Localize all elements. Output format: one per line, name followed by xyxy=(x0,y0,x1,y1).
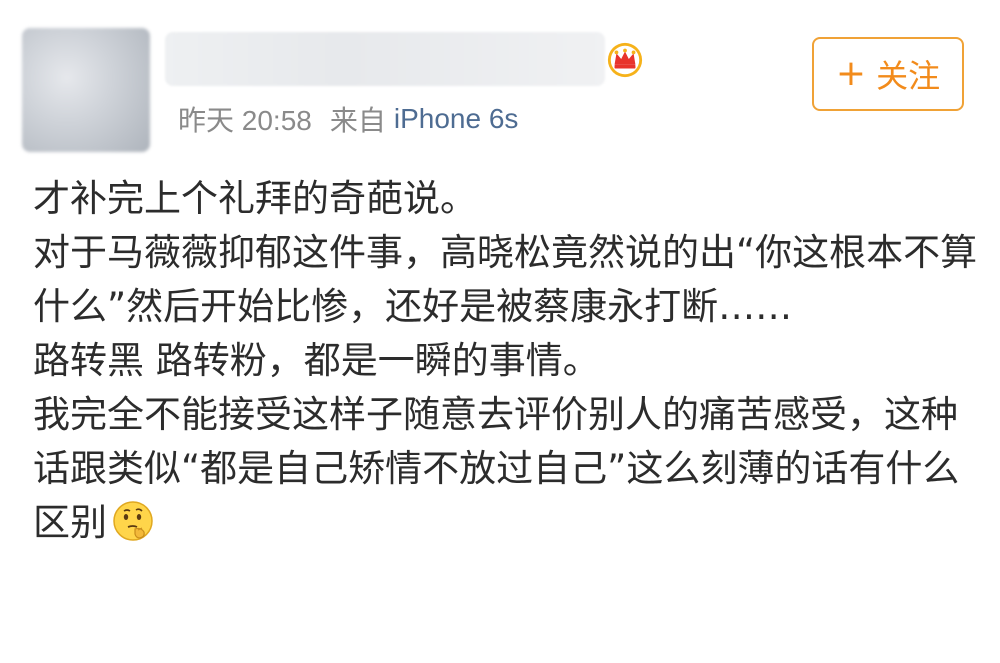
source-device-link[interactable]: iPhone 6s xyxy=(394,103,519,135)
follow-button-label: 关注 xyxy=(876,57,941,95)
post-time: 昨天 20:58 xyxy=(178,105,312,136)
follow-button[interactable]: + 关注 xyxy=(812,37,964,111)
post-meta: 昨天 20:58 来自 iPhone 6s xyxy=(178,98,518,140)
post-paragraph: 才补完上个礼拜的奇葩说。 xyxy=(33,177,477,220)
crown-icon xyxy=(607,42,643,78)
source-prefix: 来自 xyxy=(329,105,386,136)
weibo-post: 昨天 20:58 来自 iPhone 6s + 关注 才补完上个礼拜的奇葩说。 … xyxy=(0,0,1000,663)
post-paragraph-text: 我完全不能接受这样子随意去评价别人的痛苦感受，这种话跟类似“都是自己矫情不放过自… xyxy=(33,393,960,544)
plus-icon: + xyxy=(835,53,867,94)
post-content: 才补完上个礼拜的奇葩说。 对于马薇薇抑郁这件事，高晓松竟然说的出“你这根本不算什… xyxy=(33,172,978,550)
thinking-face-icon xyxy=(113,501,153,541)
post-paragraph-last: 我完全不能接受这样子随意去评价别人的痛苦感受，这种话跟类似“都是自己矫情不放过自… xyxy=(33,388,978,550)
post-paragraph: 路转黑 路转粉，都是一瞬的事情。 xyxy=(33,339,600,382)
username-redacted[interactable] xyxy=(165,32,605,86)
avatar[interactable] xyxy=(22,28,150,152)
post-paragraph: 对于马薇薇抑郁这件事，高晓松竟然说的出“你这根本不算什么”然后开始比惨，还好是被… xyxy=(33,231,978,328)
